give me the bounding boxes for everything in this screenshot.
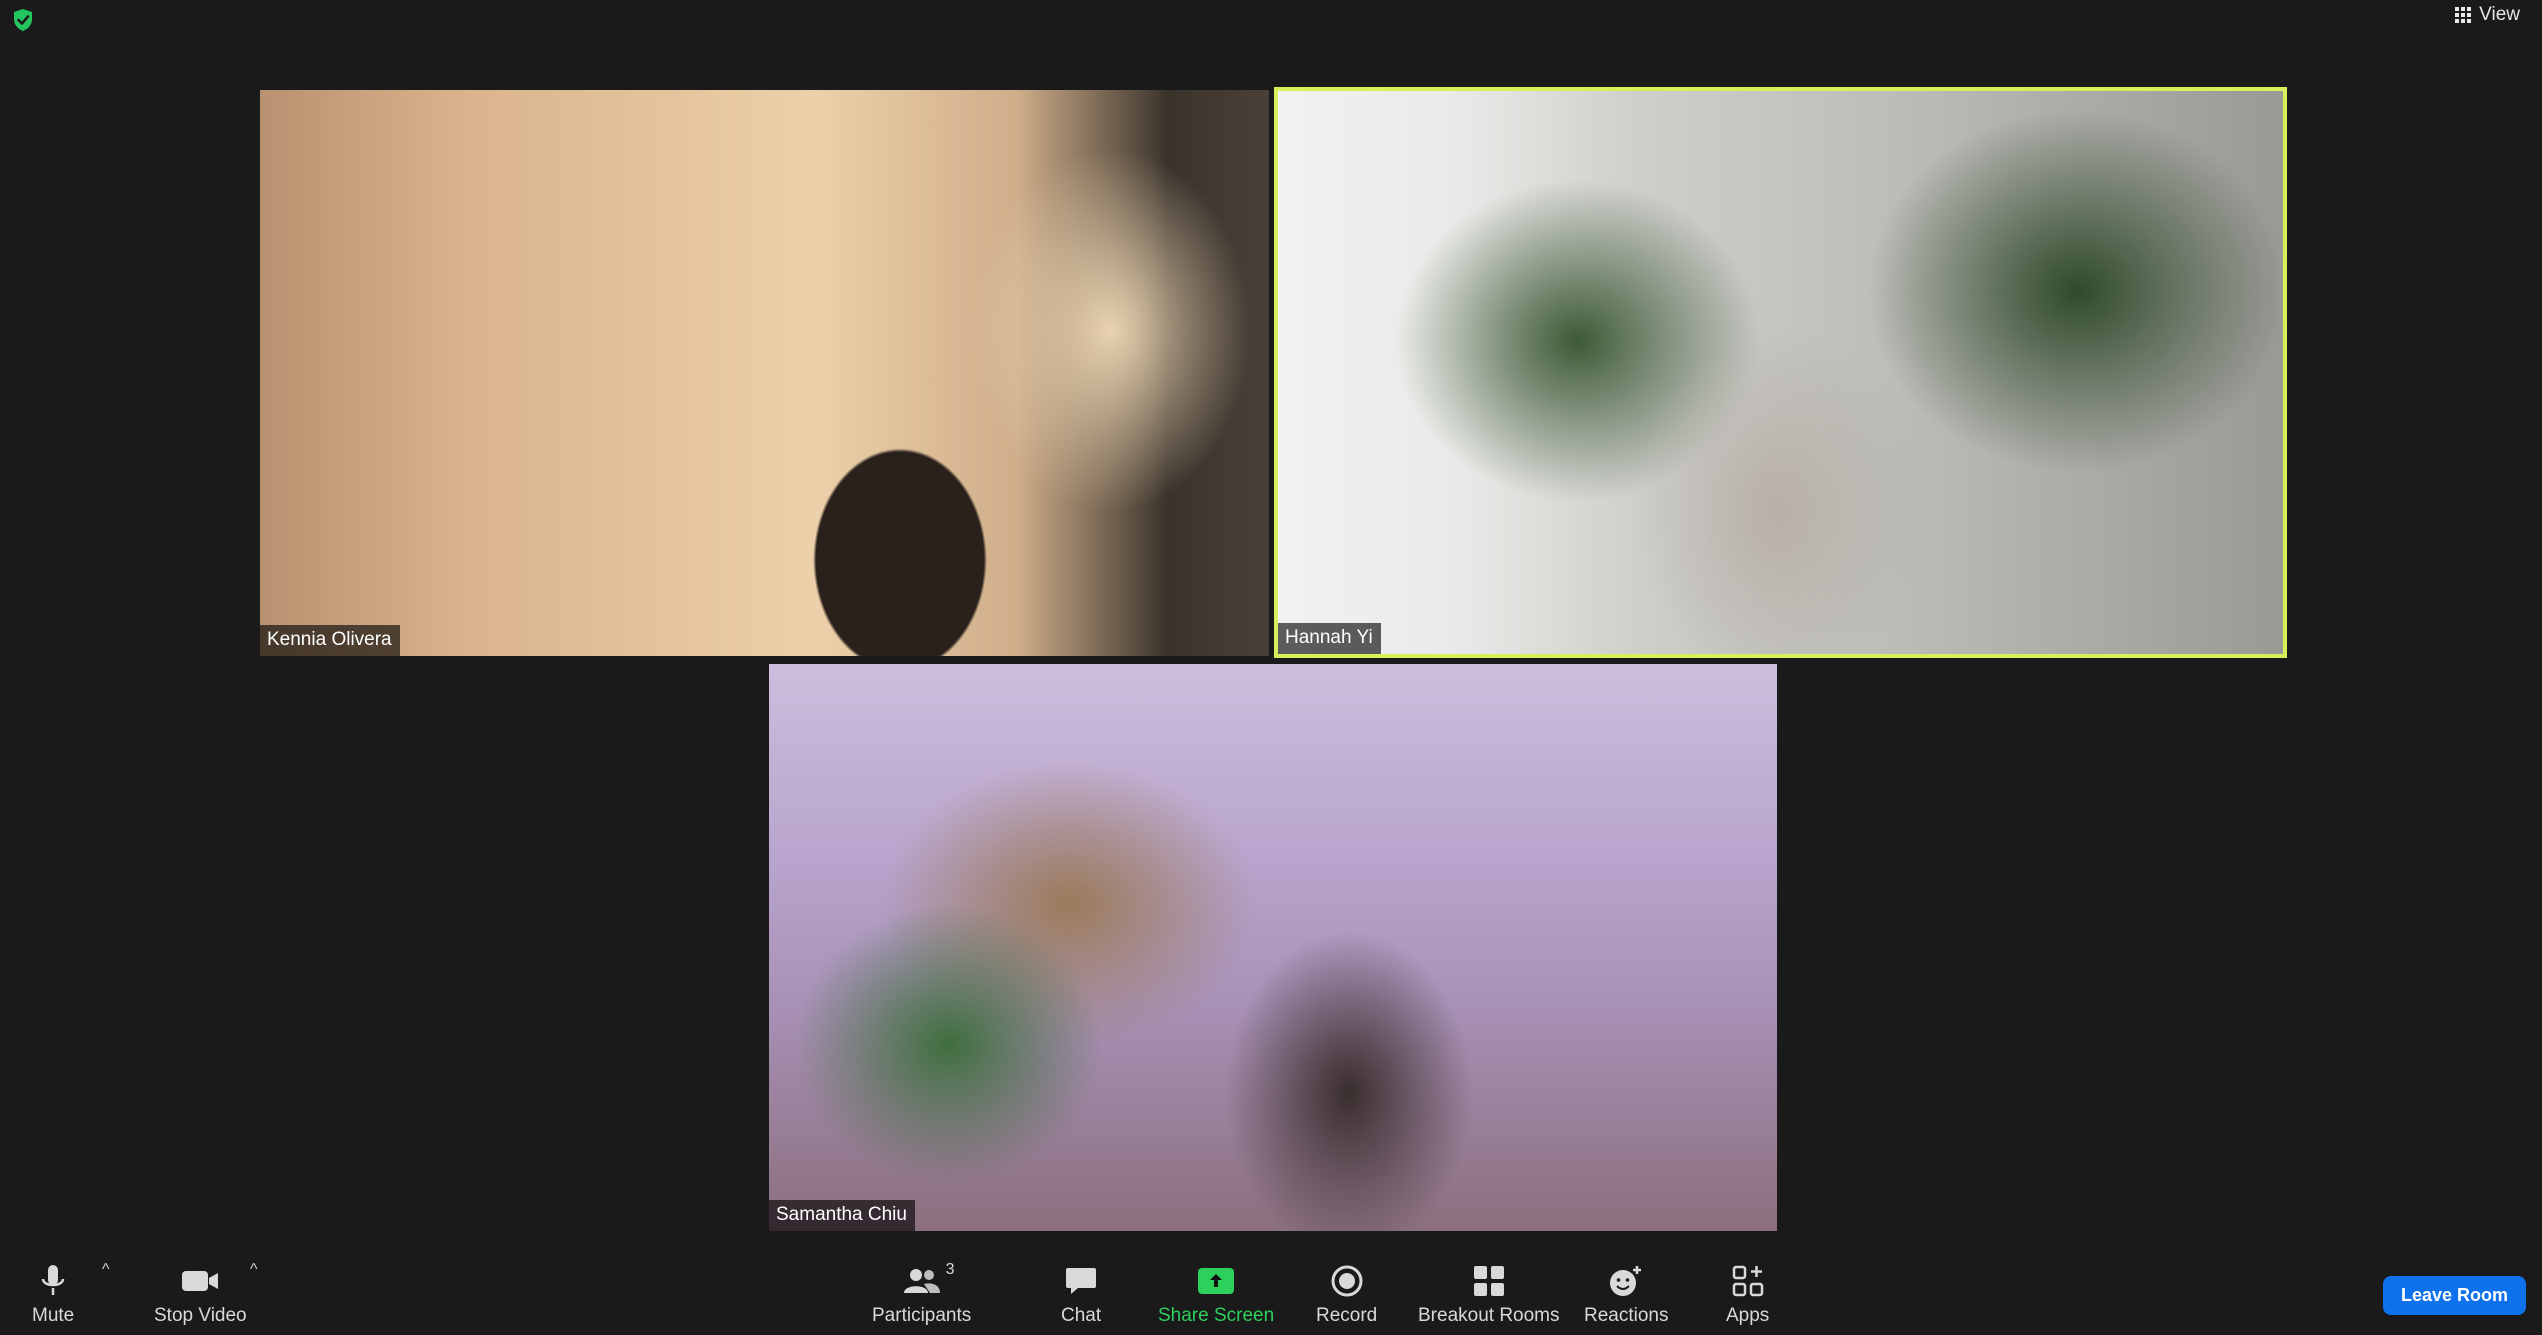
reactions-icon bbox=[1608, 1261, 1644, 1301]
audio-options-caret[interactable]: ^ bbox=[102, 1261, 110, 1279]
mute-button[interactable]: Mute bbox=[32, 1261, 74, 1327]
chat-icon bbox=[1064, 1261, 1098, 1301]
apps-button[interactable]: Apps bbox=[1726, 1261, 1769, 1327]
microphone-icon bbox=[40, 1261, 66, 1301]
breakout-rooms-button[interactable]: Breakout Rooms bbox=[1418, 1261, 1560, 1327]
breakout-rooms-icon bbox=[1472, 1261, 1506, 1301]
participant-name: Samantha Chiu bbox=[769, 1200, 915, 1231]
video-tile-hannah-yi-active-speaker[interactable]: Hannah Yi bbox=[1274, 87, 2287, 658]
meeting-window: View Kennia Olivera Hannah Yi Samantha C… bbox=[0, 0, 2542, 1335]
grid-view-icon bbox=[2455, 7, 2472, 23]
view-button[interactable]: View bbox=[2455, 4, 2520, 26]
video-camera-icon bbox=[180, 1261, 220, 1301]
view-label: View bbox=[2479, 4, 2520, 25]
share-screen-label: Share Screen bbox=[1158, 1305, 1275, 1326]
participants-icon: 3 bbox=[902, 1261, 955, 1301]
participant-name: Kennia Olivera bbox=[260, 625, 400, 656]
reactions-button[interactable]: Reactions bbox=[1584, 1261, 1669, 1327]
chat-label: Chat bbox=[1061, 1305, 1102, 1326]
video-options-caret[interactable]: ^ bbox=[250, 1261, 258, 1279]
apps-icon bbox=[1731, 1261, 1765, 1301]
video-tile-samantha-chiu[interactable]: Samantha Chiu bbox=[769, 664, 1777, 1231]
mute-label: Mute bbox=[32, 1305, 75, 1326]
share-screen-icon bbox=[1198, 1261, 1235, 1301]
participants-label: Participants bbox=[872, 1305, 972, 1326]
record-label: Record bbox=[1316, 1305, 1378, 1326]
video-tile-kennia-olivera[interactable]: Kennia Olivera bbox=[260, 90, 1269, 656]
stop-video-button[interactable]: Stop Video bbox=[154, 1261, 247, 1327]
participants-button[interactable]: 3 Participants bbox=[872, 1261, 971, 1327]
record-button[interactable]: Record bbox=[1316, 1261, 1377, 1327]
leave-room-button[interactable]: Leave Room bbox=[2382, 1276, 2526, 1315]
reactions-label: Reactions bbox=[1584, 1305, 1669, 1326]
share-screen-button[interactable]: Share Screen bbox=[1158, 1261, 1274, 1327]
apps-label: Apps bbox=[1726, 1305, 1770, 1326]
participants-count: 3 bbox=[945, 1261, 955, 1278]
record-icon bbox=[1330, 1261, 1364, 1301]
stop-video-label: Stop Video bbox=[154, 1305, 247, 1326]
meeting-toolbar: Mute ^ Stop Video ^ 3 Participants Chat … bbox=[0, 1235, 2542, 1335]
breakout-rooms-label: Breakout Rooms bbox=[1418, 1305, 1560, 1326]
shield-icon[interactable] bbox=[12, 8, 34, 32]
chat-button[interactable]: Chat bbox=[1061, 1261, 1101, 1327]
participant-name: Hannah Yi bbox=[1278, 623, 1381, 654]
